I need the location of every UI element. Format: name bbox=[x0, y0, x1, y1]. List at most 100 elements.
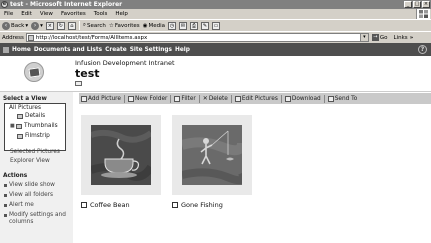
nav-documents-and-lists[interactable]: Documents and Lists bbox=[34, 47, 102, 53]
media-icon: ◉ bbox=[142, 22, 148, 29]
view-thumbnails-label: Thumbnails bbox=[24, 123, 58, 129]
view-filmstrip[interactable]: Filmstrip bbox=[17, 133, 50, 139]
picture-name[interactable]: Gone Fishing bbox=[181, 201, 223, 209]
action-modify-settings[interactable]: Modify settings and columns bbox=[4, 212, 70, 226]
picture-thumbnail[interactable] bbox=[172, 115, 252, 195]
picture-name[interactable]: Coffee Bean bbox=[90, 201, 130, 209]
forward-button[interactable]: › ▾ bbox=[31, 21, 43, 30]
history-icon[interactable]: ◷ bbox=[168, 21, 177, 30]
new-folder-button[interactable]: New Folder bbox=[128, 95, 168, 102]
minimize-button[interactable]: _ bbox=[404, 1, 412, 8]
action-label: View slide show bbox=[9, 182, 55, 188]
gone-fishing-image bbox=[182, 125, 242, 185]
edit-pictures-icon bbox=[234, 95, 241, 102]
details-icon bbox=[17, 113, 23, 119]
maximize-button[interactable]: □ bbox=[413, 1, 421, 8]
print-icon[interactable]: ⎙ bbox=[190, 21, 199, 30]
delete-button[interactable]: ✕ Delete bbox=[203, 95, 228, 102]
new-folder-label: New Folder bbox=[135, 95, 168, 102]
title-bar: e test - Microsoft Internet Explorer _ □… bbox=[0, 0, 431, 9]
toolbar-separator bbox=[78, 21, 80, 30]
discuss-icon[interactable]: ▭ bbox=[212, 21, 221, 30]
select-view-heading: Select a View bbox=[3, 96, 47, 102]
action-label: Modify settings and columns bbox=[9, 212, 66, 225]
action-label: View all folders bbox=[9, 192, 54, 198]
delete-label: Delete bbox=[208, 95, 228, 102]
add-picture-icon bbox=[81, 95, 87, 102]
edit-pictures-button[interactable]: Edit Pictures bbox=[234, 95, 278, 102]
menu-help[interactable]: Help bbox=[115, 11, 128, 17]
stop-icon[interactable]: × bbox=[45, 21, 54, 30]
home-icon[interactable]: ⌂ bbox=[67, 21, 76, 30]
bullet-icon bbox=[4, 184, 7, 187]
view-filmstrip-label: Filmstrip bbox=[25, 133, 50, 139]
menu-edit[interactable]: Edit bbox=[21, 11, 32, 17]
coffee-bean-image bbox=[91, 125, 151, 185]
menu-bar: File Edit View Favorites Tools Help bbox=[0, 9, 431, 19]
back-dropdown-icon: ▾ bbox=[25, 22, 29, 29]
go-button[interactable]: → Go bbox=[371, 34, 388, 41]
chevron-right-icon: » bbox=[409, 34, 414, 41]
left-sidebar: Select a View All Pictures Details ■ Thu… bbox=[0, 92, 73, 243]
menu-file[interactable]: File bbox=[4, 11, 13, 17]
go-label: Go bbox=[379, 34, 388, 41]
favorites-button[interactable]: ☆ Favorites bbox=[109, 23, 140, 29]
page-title: test bbox=[75, 67, 100, 80]
site-name[interactable]: Infusion Development Intranet bbox=[75, 59, 175, 67]
command-toolbar: Add Picture New Folder Filter ✕ Delete E… bbox=[79, 93, 431, 104]
search-button[interactable]: ⌕ Search bbox=[83, 22, 106, 29]
close-button[interactable]: × bbox=[422, 1, 430, 8]
links-button[interactable]: Links» bbox=[394, 35, 414, 41]
back-button[interactable]: ‹ Back ▾ bbox=[2, 21, 29, 30]
send-to-label: Send To bbox=[334, 95, 358, 102]
page-icon bbox=[27, 34, 34, 41]
window-controls: _ □ × bbox=[404, 1, 430, 8]
picture-caption: Gone Fishing bbox=[172, 201, 223, 209]
forward-arrow-icon: › bbox=[31, 21, 40, 30]
edit-icon[interactable]: ✎ bbox=[201, 21, 210, 30]
send-to-button[interactable]: Send To bbox=[327, 95, 358, 102]
nav-create[interactable]: Create bbox=[105, 47, 127, 53]
menu-view[interactable]: View bbox=[40, 11, 53, 17]
action-view-slide-show[interactable]: View slide show bbox=[4, 182, 55, 189]
view-all-pictures-label: All Pictures bbox=[9, 105, 41, 111]
download-button[interactable]: Download bbox=[284, 95, 321, 102]
media-button[interactable]: ◉ Media bbox=[143, 23, 165, 29]
refresh-icon[interactable]: ↻ bbox=[56, 21, 65, 30]
filter-label: Filter bbox=[181, 95, 196, 102]
menu-tools[interactable]: Tools bbox=[94, 11, 108, 17]
address-label: Address bbox=[2, 34, 24, 41]
sharepoint-top-nav: Home Documents and Lists Create Site Set… bbox=[0, 43, 431, 56]
go-arrow-icon: → bbox=[371, 34, 379, 41]
toolbar-separator bbox=[230, 94, 232, 103]
mail-icon[interactable]: ✉ bbox=[179, 21, 188, 30]
view-thumbnails[interactable]: ■ Thumbnails bbox=[10, 123, 58, 129]
selected-pictures-link[interactable]: Selected Pictures bbox=[10, 149, 60, 155]
folder-icon bbox=[128, 95, 135, 102]
bullet-icon: ■ bbox=[10, 123, 15, 129]
nav-home[interactable]: Home bbox=[12, 47, 31, 53]
action-view-all-folders[interactable]: View all folders bbox=[4, 192, 53, 199]
edit-pictures-label: Edit Pictures bbox=[241, 95, 278, 102]
select-checkbox[interactable] bbox=[81, 202, 87, 208]
media-label: Media bbox=[148, 22, 166, 29]
back-label: Back bbox=[11, 22, 25, 29]
explorer-view-link[interactable]: Explorer View bbox=[10, 158, 50, 164]
add-picture-button[interactable]: Add Picture bbox=[81, 95, 121, 102]
help-icon[interactable]: ? bbox=[418, 45, 427, 54]
nav-site-settings[interactable]: Site Settings bbox=[130, 47, 172, 53]
filter-button[interactable]: Filter bbox=[174, 95, 196, 102]
ie-logo-icon: e bbox=[1, 1, 8, 8]
menu-favorites[interactable]: Favorites bbox=[61, 11, 86, 17]
view-list: All Pictures Details ■ Thumbnails Filmst… bbox=[4, 103, 66, 151]
action-alert-me[interactable]: Alert me bbox=[4, 202, 34, 209]
picture-thumbnail[interactable] bbox=[81, 115, 161, 195]
view-all-pictures[interactable]: All Pictures bbox=[9, 105, 41, 111]
favorites-label: Favorites bbox=[114, 22, 140, 29]
select-checkbox[interactable] bbox=[172, 202, 178, 208]
nav-help[interactable]: Help bbox=[175, 47, 190, 53]
download-label: Download bbox=[291, 95, 321, 102]
view-details[interactable]: Details bbox=[17, 113, 45, 119]
address-dropdown-icon[interactable]: ▾ bbox=[359, 34, 368, 41]
address-input[interactable]: http://localhost/test/Forms/AllItems.asp… bbox=[25, 33, 369, 42]
